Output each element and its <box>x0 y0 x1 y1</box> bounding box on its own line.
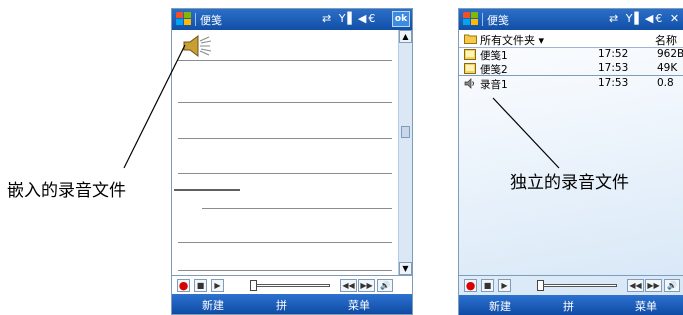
callout-lines <box>123 44 560 191</box>
callout-line-embedded <box>123 44 186 169</box>
embedded-recording-label: 嵌入的录音文件 <box>7 181 126 201</box>
standalone-recording-label: 独立的录音文件 <box>510 173 629 193</box>
callout-line-standalone <box>492 97 560 169</box>
